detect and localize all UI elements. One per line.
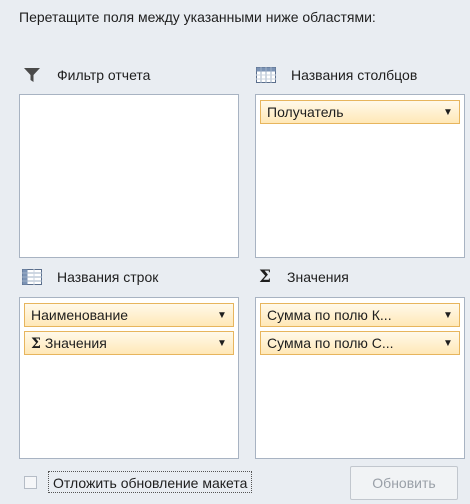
row-labels-drop-area[interactable]: Наименование ▼ Σ Значения ▼	[19, 297, 239, 459]
defer-update-label[interactable]: Отложить обновление макета	[48, 471, 253, 493]
values-title: Значения	[287, 269, 349, 285]
sigma-icon: Σ	[258, 267, 272, 287]
field-name[interactable]: Наименование ▼	[24, 303, 234, 327]
dropdown-arrow-icon[interactable]: ▼	[441, 308, 455, 322]
instruction-text: Перетащите поля между указанными ниже об…	[19, 9, 376, 25]
field-sum-k[interactable]: Сумма по полю К... ▼	[260, 303, 460, 327]
field-recipient[interactable]: Получатель ▼	[260, 100, 460, 124]
field-label: Значения	[44, 334, 107, 351]
field-label: Наименование	[31, 307, 129, 323]
field-values[interactable]: Σ Значения ▼	[24, 331, 234, 355]
field-sum-c[interactable]: Сумма по полю С... ▼	[260, 331, 460, 355]
report-filter-header: Фильтр отчета	[21, 64, 150, 86]
column-labels-title: Названия столбцов	[291, 67, 418, 83]
report-filter-title: Фильтр отчета	[57, 67, 151, 83]
column-labels-icon	[255, 66, 277, 84]
dropdown-arrow-icon[interactable]: ▼	[215, 336, 229, 350]
field-label: Получатель	[267, 104, 344, 120]
filter-icon	[21, 66, 43, 84]
dropdown-arrow-icon[interactable]: ▼	[441, 105, 455, 119]
values-drop-area[interactable]: Сумма по полю К... ▼ Сумма по полю С... …	[255, 297, 465, 459]
row-labels-header: Названия строк	[21, 266, 158, 288]
field-label: Сумма по полю С...	[267, 335, 394, 351]
values-header: Σ Значения	[257, 266, 349, 288]
sigma-icon: Σ	[31, 335, 41, 352]
report-filter-drop-area[interactable]	[19, 94, 239, 258]
defer-update-checkbox[interactable]	[24, 476, 37, 489]
dropdown-arrow-icon[interactable]: ▼	[215, 308, 229, 322]
footer-bar: Отложить обновление макета Обновить	[0, 448, 470, 504]
update-button[interactable]: Обновить	[350, 466, 458, 500]
row-labels-icon	[21, 268, 43, 286]
field-label: Сумма по полю К...	[267, 307, 392, 323]
column-labels-header: Названия столбцов	[255, 64, 417, 86]
column-labels-drop-area[interactable]: Получатель ▼	[255, 94, 465, 258]
row-labels-title: Названия строк	[57, 269, 159, 285]
dropdown-arrow-icon[interactable]: ▼	[441, 336, 455, 350]
field-label-wrap: Σ Значения	[31, 335, 215, 352]
